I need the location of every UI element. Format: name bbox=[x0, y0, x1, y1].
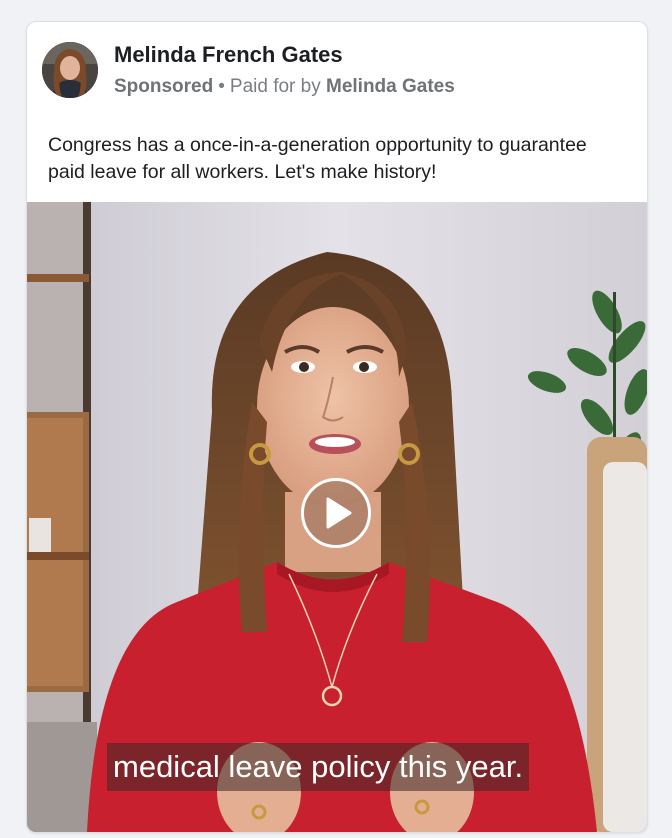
paid-for-name[interactable]: Melinda Gates bbox=[326, 76, 455, 97]
paid-for-prefix: Paid for by bbox=[229, 76, 321, 97]
play-button[interactable] bbox=[301, 478, 371, 548]
post-header: Melinda French Gates Sponsored • Paid for … bbox=[27, 22, 647, 122]
ad-post-card: Melinda French Gates Sponsored • Paid for … bbox=[26, 21, 648, 833]
author-avatar[interactable] bbox=[42, 42, 98, 98]
video-subtitle: medical leave policy this year. bbox=[107, 743, 530, 791]
avatar-image bbox=[42, 42, 98, 98]
author-name[interactable]: Melinda French Gates bbox=[114, 42, 343, 68]
post-caption: Congress has a once-in-a-generation oppo… bbox=[48, 134, 587, 183]
play-icon bbox=[326, 497, 352, 529]
sponsored-label[interactable]: Sponsored bbox=[114, 76, 213, 97]
video-player[interactable]: medical leave policy this year. bbox=[27, 202, 647, 832]
meta-separator: • bbox=[218, 76, 225, 97]
post-meta: Sponsored • Paid for by Melinda Gates bbox=[114, 76, 455, 98]
